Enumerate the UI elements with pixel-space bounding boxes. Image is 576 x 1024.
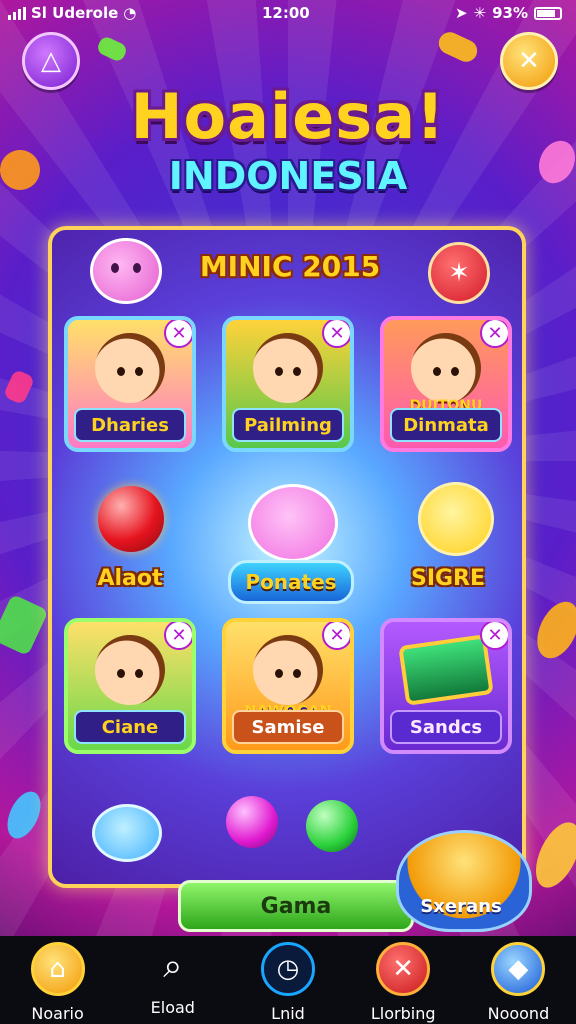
bottom-nav: ⌂ Noario ⌕ Eload ◷ Lnid ✕ Llorbing ◆ Noo… <box>0 936 576 1024</box>
candy-decoration <box>95 34 129 64</box>
nav-label: Noario <box>31 1004 84 1023</box>
nav-item-llorbing[interactable]: ✕ Llorbing <box>346 936 461 1024</box>
status-left: Sl Uderole ◔ <box>8 4 136 22</box>
nav-label: Nooond <box>487 1004 550 1023</box>
game-menu-screen: Sl Uderole ◔ 12:00 ➤ ✳ 93% △ ✕ Hoaiesa! … <box>0 0 576 1024</box>
carrier-name: Sl Uderole <box>31 4 119 22</box>
gem-icon: ◆ <box>491 942 546 996</box>
item-label: Alaot <box>97 566 163 591</box>
close-icon[interactable]: ✕ <box>164 622 192 650</box>
close-icon[interactable]: ✕ <box>480 622 508 650</box>
item-label: SIGRE <box>410 566 486 591</box>
card-label: Sandcs <box>390 710 502 744</box>
ponates-button[interactable]: Ponates <box>228 560 354 604</box>
card-label: Pailming <box>232 408 344 442</box>
game-card-ciane[interactable]: ✕ Ciane <box>64 618 196 754</box>
nav-item-lnid[interactable]: ◷ Lnid <box>230 936 345 1024</box>
candy-decoration <box>2 368 36 406</box>
game-card-sandcs[interactable]: ✕ Sandcs <box>380 618 512 754</box>
battery-percent: 93% <box>492 4 528 22</box>
green-orb-icon <box>306 800 358 852</box>
candy-decoration <box>529 595 576 665</box>
status-right: ➤ ✳ 93% <box>455 4 562 22</box>
card-label: Ciane <box>74 710 186 744</box>
pink-cat-icon[interactable] <box>248 484 338 562</box>
close-icon: ✕ <box>518 46 540 76</box>
pink-orb-icon <box>226 796 278 848</box>
candy-decoration <box>526 815 576 895</box>
nav-label: Lnid <box>271 1004 305 1023</box>
close-icon[interactable]: ✕ <box>164 320 192 348</box>
nav-label: Llorbing <box>370 1004 436 1023</box>
x-badge-icon: ✕ <box>376 942 431 996</box>
game-subtitle: INDONESIA <box>168 154 408 198</box>
yellow-bear-icon[interactable] <box>418 482 494 556</box>
nav-item-nooond[interactable]: ◆ Nooond <box>461 936 576 1024</box>
clock-icon: ◷ <box>261 942 315 996</box>
card-label: Dharies <box>74 408 186 442</box>
game-card-pailming[interactable]: ✕ Pailming <box>222 316 354 452</box>
nav-label: Eload <box>150 998 195 1017</box>
close-icon[interactable]: ✕ <box>322 320 350 348</box>
search-icon: ⌕ <box>163 946 183 986</box>
close-icon[interactable]: ✕ <box>322 622 350 650</box>
pink-mascot-icon <box>90 238 162 304</box>
nav-item-noario[interactable]: ⌂ Noario <box>0 936 115 1024</box>
candy-decoration <box>435 28 481 66</box>
panel-title: MINIC 2015 <box>199 250 381 283</box>
game-card-samise[interactable]: NAWOCAN ✕ Samise <box>222 618 354 754</box>
chest-label: Sxerans <box>420 896 502 917</box>
status-bar: Sl Uderole ◔ 12:00 ➤ ✳ 93% <box>0 0 576 26</box>
battery-icon <box>534 6 562 20</box>
card-label: Samise <box>232 710 344 744</box>
game-title: Hoaiesa! <box>130 80 446 153</box>
status-time: 12:00 <box>262 4 310 22</box>
red-orb-icon[interactable] <box>98 486 164 552</box>
close-icon[interactable]: ✕ <box>480 320 508 348</box>
signal-bars-icon <box>8 6 26 20</box>
star-badge-icon[interactable]: ✶ <box>428 242 490 304</box>
gama-button[interactable]: Gama <box>178 880 414 932</box>
blue-creature-icon <box>92 804 162 862</box>
candy-decoration <box>0 786 48 844</box>
wifi-icon: ◔ <box>123 4 137 22</box>
home-icon: ⌂ <box>30 942 85 996</box>
location-icon: ➤ <box>454 4 468 22</box>
bluetooth-icon: ✳ <box>473 4 487 22</box>
candy-decoration <box>0 593 49 657</box>
nav-item-eload[interactable]: ⌕ Eload <box>115 936 230 1024</box>
card-label: Dinmata <box>390 408 502 442</box>
game-card-dinmata[interactable]: DUITONU ✕ Dinmata <box>380 316 512 452</box>
game-card-dharies[interactable]: ✕ Dharies <box>64 316 196 452</box>
